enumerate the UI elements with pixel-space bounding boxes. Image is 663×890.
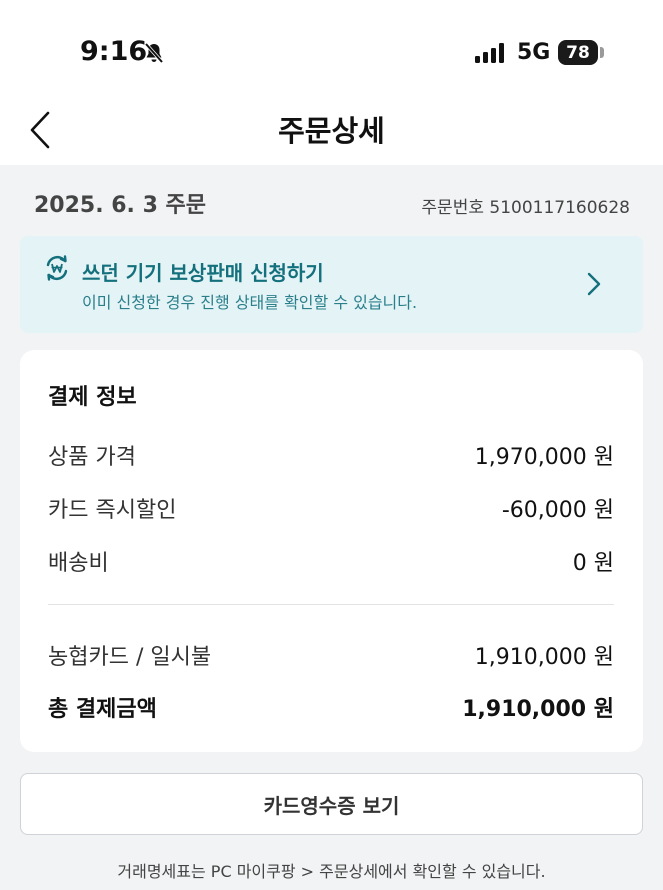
battery-level: 78 — [566, 42, 590, 63]
network-type: 5G — [517, 40, 551, 65]
battery-icon: 78 — [558, 40, 598, 65]
row-value: 1,910,000 원 — [474, 645, 614, 670]
row-value: 1,970,000 원 — [474, 445, 614, 470]
status-time: 9:16 — [80, 36, 148, 67]
order-date: 2025. 6. 3 주문 — [34, 193, 207, 218]
row-label: 카드 즉시할인 — [48, 498, 177, 523]
price-row: 상품 가격 1,970,000 원 — [48, 439, 614, 470]
card-receipt-button[interactable]: 카드영수증 보기 — [20, 773, 643, 835]
bell-slash-icon — [144, 42, 164, 64]
total-amount-row: 총 결제금액 1,910,000 원 — [48, 691, 614, 722]
chevron-right-icon — [587, 272, 601, 296]
battery-tip — [600, 47, 604, 58]
row-value: -60,000 원 — [501, 498, 614, 523]
payment-info-card: 결제 정보 상품 가격 1,970,000 원 카드 즉시할인 -60,000 … — [20, 350, 643, 752]
row-label: 배송비 — [48, 551, 109, 576]
divider — [48, 604, 614, 605]
status-bar: 9:16 5G 78 — [0, 0, 663, 95]
won-exchange-icon — [46, 255, 68, 281]
order-number: 주문번호 5100117160628 — [421, 198, 630, 218]
row-label: 상품 가격 — [48, 445, 136, 470]
card-discount-row: 카드 즉시할인 -60,000 원 — [48, 492, 614, 523]
payment-method-row: 농협카드 / 일시불 1,910,000 원 — [48, 639, 614, 670]
payment-heading: 결제 정보 — [48, 385, 137, 410]
signal-icon — [475, 43, 504, 63]
row-value: 0 원 — [572, 551, 614, 576]
trade-in-banner[interactable]: 쓰던 기기 보상판매 신청하기 이미 신청한 경우 진행 상태를 확인할 수 있… — [20, 236, 643, 333]
header: 주문상세 — [0, 95, 663, 165]
trade-in-title: 쓰던 기기 보상판매 신청하기 — [82, 261, 324, 285]
shipping-row: 배송비 0 원 — [48, 545, 614, 576]
page-title: 주문상세 — [278, 114, 385, 148]
row-label: 농협카드 / 일시불 — [48, 645, 212, 670]
footer-note: 거래명세표는 PC 마이쿠팡 > 주문상세에서 확인할 수 있습니다. — [117, 862, 546, 881]
row-value: 1,910,000 원 — [462, 697, 614, 722]
row-label: 총 결제금액 — [48, 697, 157, 722]
trade-in-subtitle: 이미 신청한 경우 진행 상태를 확인할 수 있습니다. — [82, 293, 418, 312]
